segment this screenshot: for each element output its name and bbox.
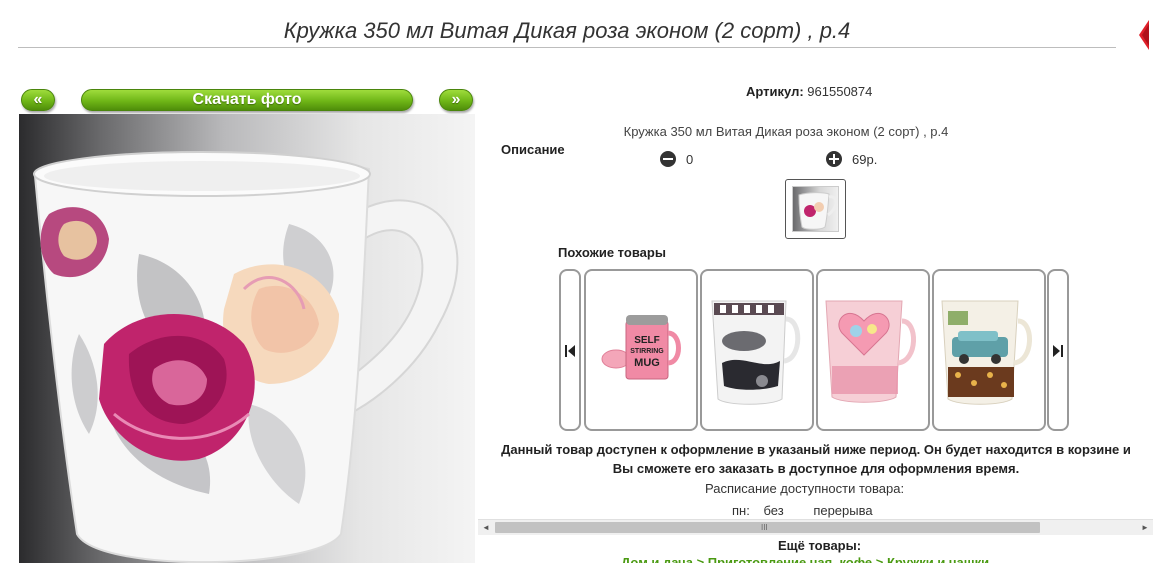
schedule-row: пн: без перерыва [732, 503, 873, 518]
schedule-day: пн: [732, 503, 750, 518]
quantity-value: 0 [686, 151, 694, 167]
scroll-left-icon[interactable]: ◄ [478, 520, 494, 536]
horizontal-scrollbar[interactable]: ◄ III ► [478, 519, 1153, 535]
skip-forward-icon [1053, 345, 1063, 357]
scroll-right-icon[interactable]: ► [1137, 520, 1153, 536]
price-control: 69р. [826, 151, 877, 167]
page-title: Кружка 350 мл Витая Дикая роза эконом (2… [283, 18, 851, 43]
scrollbar-thumb[interactable]: III [495, 522, 1040, 533]
article-line: Артикул: 961550874 [746, 84, 872, 99]
schedule-title: Расписание доступности товара: [705, 481, 905, 496]
more-products-title: Ещё товары: [778, 538, 862, 553]
article-value: 961550874 [807, 84, 873, 99]
price-value: 69р. [852, 151, 878, 167]
similar-item-fashion-print-mug[interactable] [700, 269, 814, 431]
product-page: Кружка 350 мл Витая Дикая роза эконом (2… [0, 0, 1153, 563]
carousel-next-button[interactable] [1047, 269, 1069, 431]
next-photo-button[interactable]: » [439, 89, 473, 111]
minus-icon[interactable] [660, 151, 676, 167]
carousel-prev-button[interactable] [559, 269, 581, 431]
article-label: Артикул: [746, 84, 804, 99]
photo-thumbnail[interactable] [785, 179, 846, 239]
thumbnail-image [792, 186, 839, 232]
download-photo-button[interactable]: Скачать фото [81, 89, 413, 111]
description-label: Описание [501, 142, 565, 157]
product-details: Артикул: 961550874 Кружка 350 мл Витая Д… [476, 60, 1153, 563]
category-breadcrumb-link[interactable]: Дом и дача > Приготовление чая, кофе > К… [621, 555, 989, 563]
skip-back-icon [565, 345, 575, 357]
similar-item-pink-heart-mug[interactable] [816, 269, 930, 431]
mug-text-mug: MUG [634, 357, 660, 369]
plus-icon[interactable] [826, 151, 842, 167]
similar-item-self-stirring-mug[interactable]: SELF STIRRING MUG [584, 269, 698, 431]
quantity-control: 0 [660, 151, 693, 167]
scrollbar-grip-icon: III [761, 523, 768, 532]
product-photo [19, 114, 475, 563]
similar-products-label: Похожие товары [558, 245, 666, 260]
title-divider [18, 47, 1116, 48]
mug-text-self: SELF [634, 335, 660, 346]
mug-text-stirring: STIRRING [630, 348, 664, 355]
similar-item-retro-car-mug[interactable] [932, 269, 1046, 431]
description-text: Кружка 350 мл Витая Дикая роза эконом (2… [623, 124, 949, 139]
schedule-word-1: без [763, 503, 784, 518]
close-icon[interactable] [1139, 20, 1149, 50]
availability-notice: Данный товар доступен к оформление в ука… [501, 442, 1131, 476]
schedule-word-2: перерыва [813, 503, 873, 518]
prev-photo-button[interactable]: « [21, 89, 55, 111]
